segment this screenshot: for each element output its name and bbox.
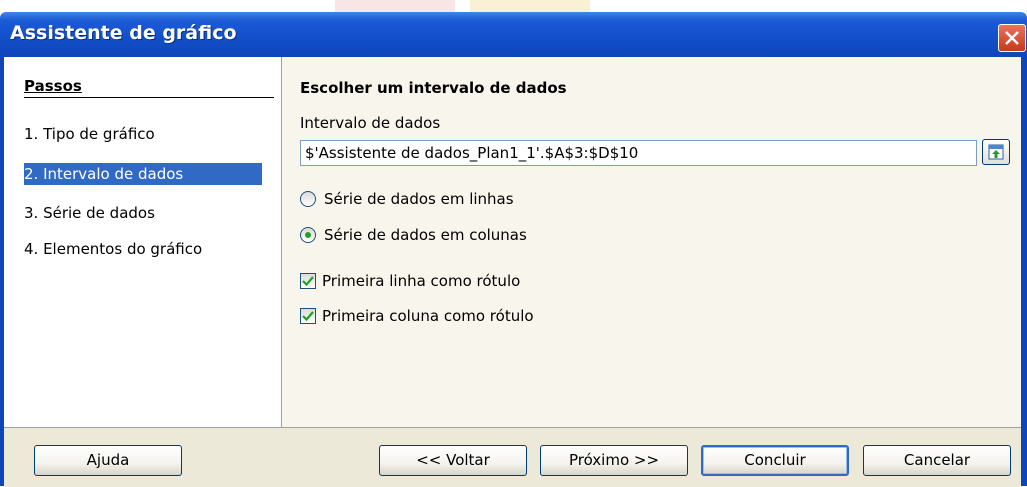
window-frame-right [1021, 57, 1027, 486]
cancel-button[interactable]: Cancelar [863, 445, 1011, 476]
shrink-dialog-icon [988, 144, 1004, 160]
background-decoration [335, 0, 455, 12]
window-title: Assistente de gráfico [10, 22, 237, 44]
step-chart-type[interactable]: 1. Tipo de gráfico [24, 123, 155, 145]
range-label: Intervalo de dados [300, 114, 441, 132]
chart-wizard-dialog: Assistente de gráfico Passos 1. Tipo de … [0, 0, 1027, 487]
close-icon [1005, 31, 1019, 45]
steps-divider [24, 97, 274, 98]
content-panel: Escolher um intervalo de dados Intervalo… [282, 57, 1021, 427]
radio-selected-dot [305, 232, 311, 238]
checkbox-first-row-label[interactable] [300, 273, 316, 289]
help-button[interactable]: Ajuda [34, 445, 182, 476]
radio-columns-label[interactable]: Série de dados em colunas [324, 226, 527, 244]
first-column-label-text[interactable]: Primeira coluna como rótulo [322, 307, 534, 325]
checkmark-icon [302, 311, 314, 322]
background-decoration [470, 0, 590, 12]
step-data-range[interactable]: 2. Intervalo de dados [24, 163, 262, 185]
checkbox-first-column-label[interactable] [300, 308, 316, 324]
select-range-button[interactable] [982, 139, 1010, 165]
radio-series-in-rows[interactable] [300, 191, 316, 207]
radio-series-in-columns[interactable] [300, 227, 316, 243]
first-row-label-text[interactable]: Primeira linha como rótulo [322, 272, 520, 290]
steps-heading: Passos [24, 77, 82, 95]
title-bar[interactable]: Assistente de gráfico [0, 12, 1027, 57]
next-button[interactable]: Próximo >> [540, 445, 688, 476]
step-data-series[interactable]: 3. Série de dados [24, 202, 155, 224]
section-title: Escolher um intervalo de dados [300, 79, 567, 97]
button-bar: Ajuda << Voltar Próximo >> Concluir Canc… [4, 427, 1021, 487]
checkmark-icon [302, 276, 314, 287]
close-button[interactable] [998, 24, 1026, 52]
steps-panel: Passos 1. Tipo de gráfico 2. Intervalo d… [4, 57, 282, 427]
finish-button[interactable]: Concluir [701, 445, 849, 476]
data-range-input[interactable] [300, 140, 977, 166]
step-chart-elements[interactable]: 4. Elementos do gráfico [24, 238, 202, 260]
radio-rows-label[interactable]: Série de dados em linhas [324, 190, 514, 208]
back-button[interactable]: << Voltar [379, 445, 527, 476]
